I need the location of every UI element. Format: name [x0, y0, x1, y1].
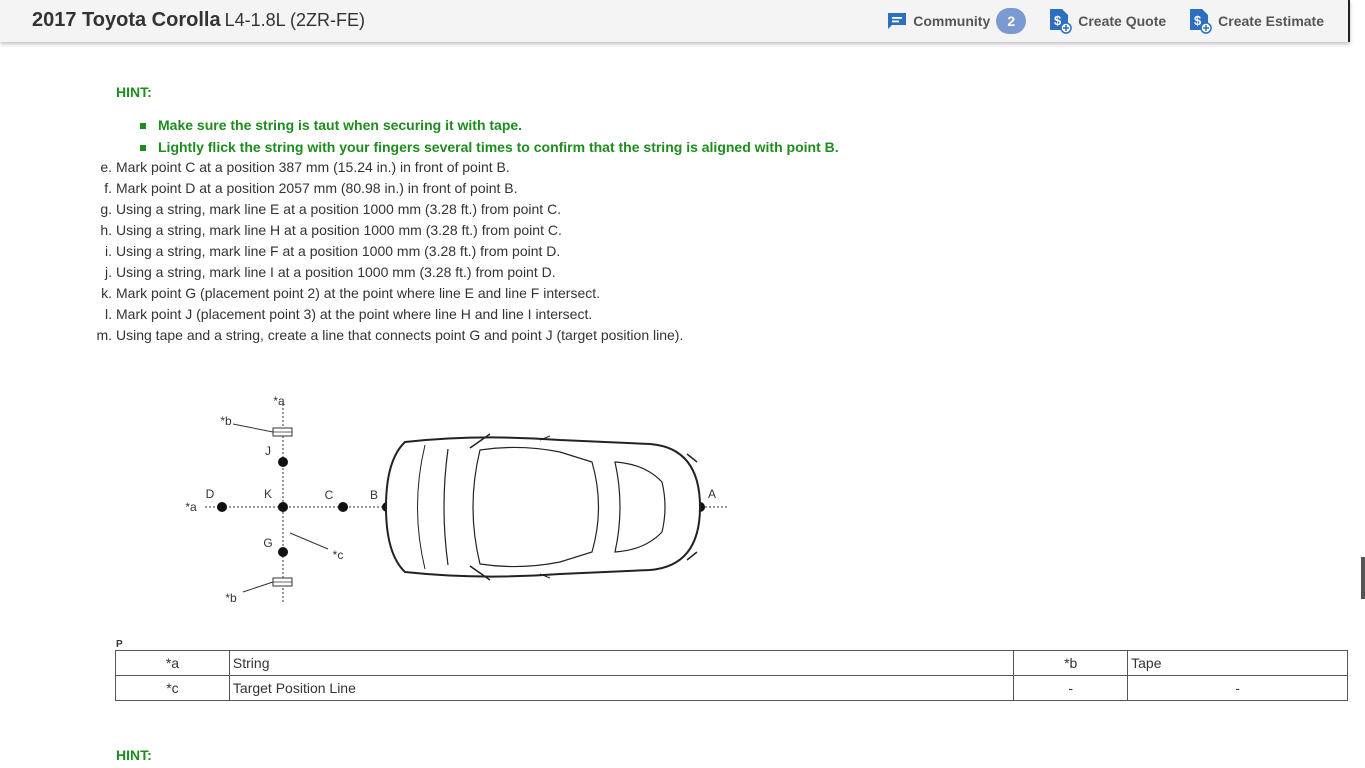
step-item: i. Using a string, mark line F at a posit…	[0, 241, 683, 262]
step-letter: g.	[100, 201, 112, 217]
step-text: Mark point D at a position 2057 mm (80.9…	[116, 180, 518, 196]
point-c	[338, 502, 348, 512]
label-b-bottom: *b	[225, 591, 237, 605]
step-text: Mark point J (placement point 3) at the …	[116, 306, 593, 322]
table-row: *c Target Position Line - -	[115, 675, 1348, 701]
step-item: j. Using a string, mark line I at a posit…	[0, 262, 683, 283]
vehicle-title: 2017 Toyota Corolla L4-1.8L (2ZR-FE)	[32, 9, 365, 32]
label-a-top: *a	[273, 394, 285, 408]
step-item: e. Mark point C at a position 387 mm (15.…	[0, 157, 683, 178]
label-k: K	[264, 487, 272, 501]
step-text: Using tape and a string, create a line t…	[116, 327, 684, 343]
legend-value: -	[1127, 675, 1348, 701]
header-actions: Community 2 $ Create Quote $ Create Esti…	[865, 8, 1324, 34]
label-c-line: *c	[333, 548, 344, 562]
procedure-steps: e. Mark point C at a position 387 mm (15.…	[0, 157, 683, 346]
hint-title: HINT:	[116, 84, 152, 100]
create-quote-label: Create Quote	[1078, 13, 1167, 29]
legend-value: Target Position Line	[228, 675, 1015, 701]
estimate-icon: $	[1190, 9, 1212, 34]
step-text: Mark point G (placement point 2) at the …	[116, 285, 601, 301]
step-item: f. Mark point D at a position 2057 mm (80…	[0, 178, 683, 199]
label-d: D	[206, 487, 215, 501]
label-g: G	[263, 536, 272, 550]
step-letter: h.	[100, 222, 112, 238]
legend-key: *b	[1013, 650, 1129, 676]
step-item: k. Mark point G (placement point 2) at th…	[0, 283, 683, 304]
scrollbar[interactable]	[1361, 557, 1365, 599]
community-label: Community	[913, 13, 991, 29]
step-text: Using a string, mark line I at a positio…	[116, 264, 556, 280]
hint-bullet: Make sure the string is taut when securi…	[140, 114, 839, 136]
label-c: C	[325, 488, 334, 502]
point-j	[278, 457, 288, 467]
legend-table: *a String *b Tape *c Target Position Lin…	[115, 650, 1348, 701]
community-count-badge: 2	[996, 8, 1027, 34]
step-letter: j.	[105, 264, 112, 280]
hint-title-2: HINT:	[116, 747, 152, 763]
hint-bullets: Make sure the string is taut when securi…	[140, 114, 839, 158]
table-row: *a String *b Tape	[115, 650, 1348, 676]
create-estimate-button[interactable]: $ Create Estimate	[1188, 8, 1324, 34]
step-letter: f.	[104, 180, 112, 196]
hint-bullet: Lightly flick the string with your finge…	[140, 136, 839, 158]
point-d	[217, 502, 227, 512]
label-b: B	[370, 488, 378, 502]
chat-icon	[888, 13, 907, 29]
point-k	[278, 502, 288, 512]
step-letter: l.	[105, 306, 112, 322]
step-item: m. Using tape and a string, create a line…	[0, 325, 683, 346]
create-estimate-label: Create Estimate	[1218, 13, 1324, 29]
step-text: Mark point C at a position 387 mm (15.24…	[116, 159, 510, 175]
step-item: g. Using a string, mark line E at a posit…	[0, 199, 683, 220]
create-quote-button[interactable]: $ Create Quote	[1048, 8, 1166, 34]
label-b-top: *b	[220, 414, 232, 428]
label-j: J	[265, 444, 271, 458]
step-letter: k.	[101, 285, 112, 301]
step-letter: i.	[105, 243, 112, 259]
car-top-view	[384, 433, 702, 581]
vehicle-model: 2017 Toyota Corolla	[32, 9, 221, 31]
top-bar: 2017 Toyota Corolla L4-1.8L (2ZR-FE) Comm…	[0, 0, 1350, 42]
leader-b-top	[232, 423, 274, 433]
leader-b-bottom	[242, 581, 274, 593]
quote-icon: $	[1050, 9, 1072, 34]
step-letter: m.	[96, 327, 112, 343]
label-a: A	[708, 487, 716, 501]
step-text: Using a string, mark line F at a positio…	[116, 243, 561, 259]
step-text: Using a string, mark line E at a positio…	[116, 201, 562, 217]
label-a-left: *a	[185, 500, 197, 514]
community-button[interactable]: Community 2	[887, 8, 1027, 34]
step-item: h. Using a string, mark line H at a posit…	[0, 220, 683, 241]
legend-value: String	[228, 650, 1015, 676]
point-g	[278, 547, 288, 557]
step-item: l. Mark point J (placement point 3) at th…	[0, 304, 683, 325]
legend-key: *a	[115, 650, 230, 676]
vehicle-engine: L4-1.8L (2ZR-FE)	[224, 10, 365, 30]
step-letter: e.	[100, 159, 112, 175]
alignment-diagram: *a *b J D K C B A *a G *c *b	[185, 394, 727, 605]
figure-code: P	[116, 639, 123, 650]
step-text: Using a string, mark line H at a positio…	[116, 222, 562, 238]
legend-value: Tape	[1127, 650, 1348, 676]
legend-key: -	[1013, 675, 1129, 701]
legend-key: *c	[115, 675, 230, 701]
leader-c	[289, 532, 329, 550]
